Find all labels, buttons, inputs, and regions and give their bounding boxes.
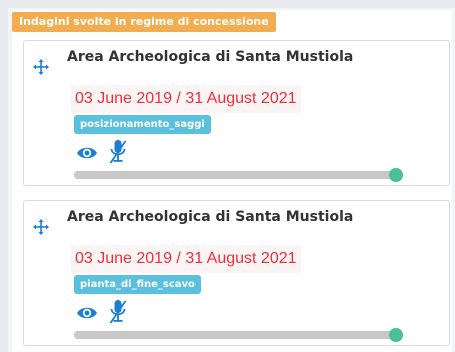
eye-icon[interactable] <box>76 305 98 321</box>
layer-tag: posizionamento_saggi <box>74 115 211 134</box>
opacity-slider-fill <box>74 171 396 179</box>
microphone-icon[interactable] <box>109 139 127 165</box>
opacity-slider-thumb[interactable] <box>389 168 403 182</box>
layer-card: Area Archeologica di Santa Mustiola 03 J… <box>23 200 450 346</box>
date-range: 03 June 2019 / 31 August 2021 <box>71 245 301 273</box>
opacity-slider-thumb[interactable] <box>389 328 403 342</box>
opacity-slider-fill <box>74 331 396 339</box>
layer-panel-page: Indagini svolte in regime di concessione… <box>0 0 455 352</box>
card-title: Area Archeologica di Santa Mustiola <box>67 49 354 65</box>
opacity-slider[interactable] <box>74 168 403 182</box>
move-icon[interactable] <box>33 219 49 235</box>
layer-card: Area Archeologica di Santa Mustiola 03 J… <box>23 40 450 186</box>
layer-tag: pianta_di_fine_scavo <box>74 275 201 294</box>
opacity-slider[interactable] <box>74 328 403 342</box>
background-side <box>0 0 8 352</box>
eye-icon[interactable] <box>76 145 98 161</box>
move-icon[interactable] <box>33 59 49 75</box>
card-title: Area Archeologica di Santa Mustiola <box>67 209 354 225</box>
background-top <box>0 0 455 8</box>
microphone-icon[interactable] <box>109 299 127 325</box>
date-range: 03 June 2019 / 31 August 2021 <box>71 85 301 113</box>
section-badge: Indagini svolte in regime di concessione <box>12 12 276 32</box>
